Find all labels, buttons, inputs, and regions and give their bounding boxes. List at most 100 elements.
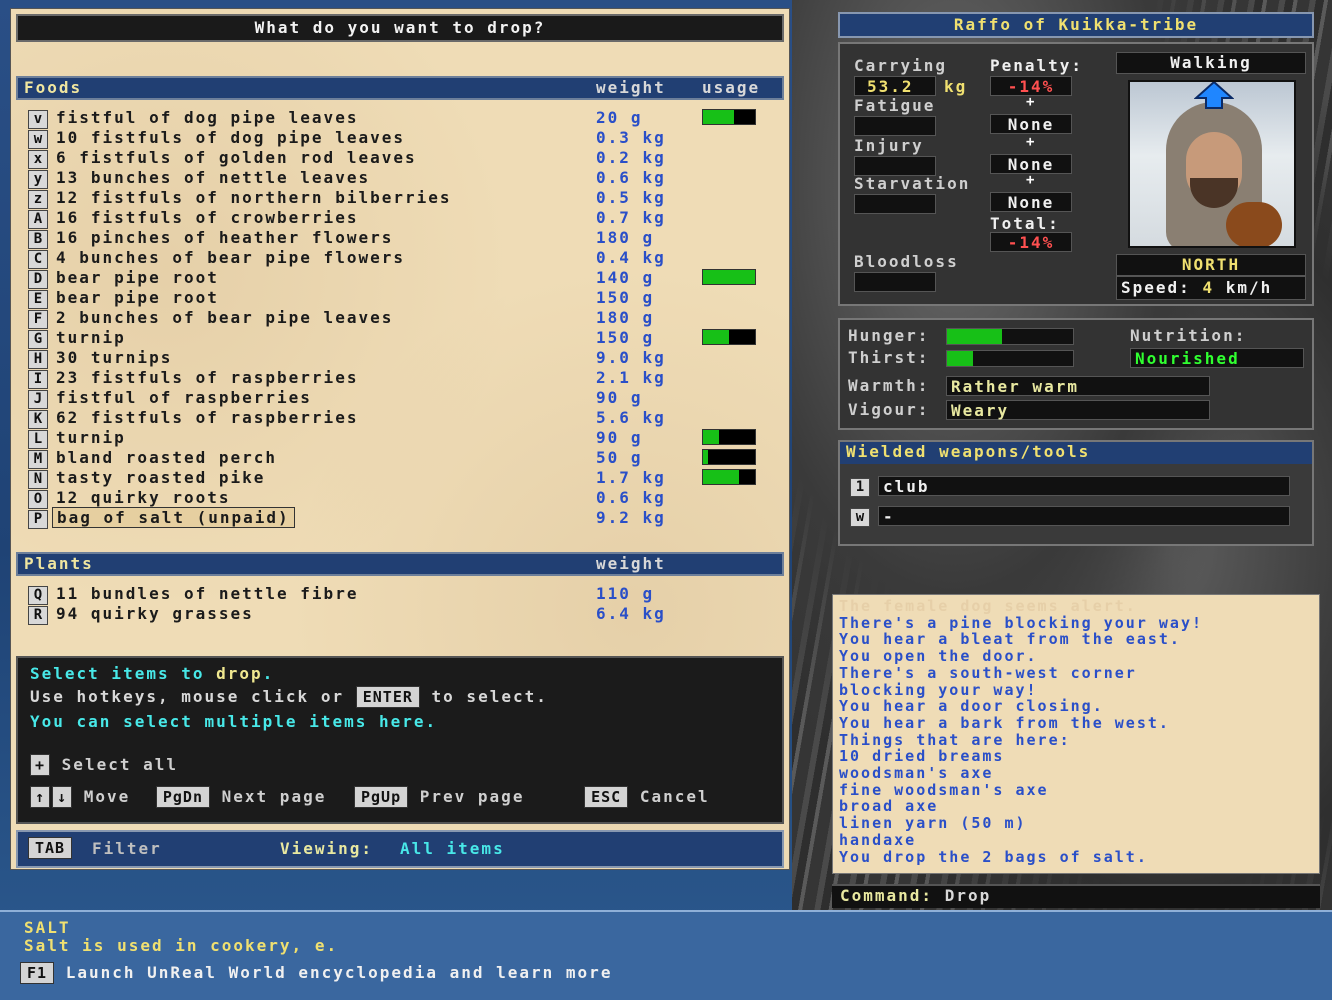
foods-item-row[interactable]: K 62 fistfuls of raspberries [28, 408, 358, 429]
hotkey-K[interactable]: K [28, 410, 48, 429]
encyclopedia-link-row[interactable]: F1 Launch UnReal World encyclopedia and … [20, 962, 612, 984]
hotkey-C[interactable]: C [28, 250, 48, 269]
hotkey-w[interactable]: w [28, 130, 48, 149]
foods-item-row[interactable]: O 12 quirky roots [28, 488, 231, 509]
hotkey-P[interactable]: P [28, 510, 48, 529]
hotkey-v[interactable]: v [28, 110, 48, 129]
item-info-title: SALT [24, 918, 71, 937]
foods-item-row[interactable]: H 30 turnips [28, 348, 172, 369]
plus-sign: + [1026, 134, 1037, 150]
character-portrait [1128, 80, 1296, 248]
weapon-slot-1[interactable]: 1 club [850, 476, 1290, 497]
item-weight: 0.7 kg [596, 208, 666, 227]
foods-item-row[interactable]: B 16 pinches of heather flowers [28, 228, 393, 249]
foods-item-row[interactable]: C 4 bunches of bear pipe flowers [28, 248, 405, 269]
item-name: turnip [56, 428, 126, 447]
foods-item-row[interactable]: Lturnip [28, 428, 126, 449]
select-all-row[interactable]: + Select all [30, 754, 178, 776]
foods-item-row[interactable]: Dbear pipe root [28, 268, 219, 289]
plus-key-button[interactable]: + [30, 754, 51, 776]
item-weight: 1.7 kg [596, 468, 666, 487]
weapon-slot-1-key[interactable]: 1 [850, 478, 870, 497]
filter-label[interactable]: Filter [92, 839, 162, 858]
section-header-plants: Plants weight [16, 552, 784, 576]
hotkey-A[interactable]: A [28, 210, 48, 229]
item-weight: 0.5 kg [596, 188, 666, 207]
foods-item-row[interactable]: z 12 fistfuls of northern bilberries [28, 188, 452, 209]
log-line: You drop the 2 bags of salt. [839, 847, 1148, 866]
vigour-label: Vigour: [848, 400, 930, 419]
hotkey-G[interactable]: G [28, 330, 48, 349]
item-name: tasty roasted pike [56, 468, 266, 487]
hotkey-L[interactable]: L [28, 430, 48, 449]
pgup-key-button[interactable]: PgUp [353, 786, 409, 808]
hotkey-I[interactable]: I [28, 370, 48, 389]
plants-header-label: Plants [24, 554, 94, 573]
foods-item-row[interactable]: Jfistful of raspberries [28, 388, 312, 409]
hotkey-F[interactable]: F [28, 310, 48, 329]
foods-item-row[interactable]: Ntasty roasted pike [28, 468, 266, 489]
fatigue-label: Fatigue [854, 96, 936, 115]
character-name: Raffo of Kuikka-tribe [838, 12, 1314, 38]
weapons-header: Wielded weapons/tools [840, 442, 1312, 464]
item-name: 12 quirky roots [56, 488, 231, 507]
arrow-up-key-button[interactable]: ↑ [30, 786, 51, 808]
hotkey-J[interactable]: J [28, 390, 48, 409]
foods-item-row[interactable]: Mbland roasted perch [28, 448, 278, 469]
hotkey-y[interactable]: y [28, 170, 48, 189]
message-log: The female dog seems alert. There's a pi… [832, 594, 1320, 874]
log-line: fine woodsman's axe [839, 780, 1049, 799]
log-line: You hear a bark from the west. [839, 713, 1170, 732]
hotkey-D[interactable]: D [28, 270, 48, 289]
foods-item-row[interactable]: Ebear pipe root [28, 288, 219, 309]
item-name: bland roasted perch [56, 448, 278, 467]
hotkey-R[interactable]: R [28, 606, 48, 625]
hotkey-z[interactable]: z [28, 190, 48, 209]
hotkey-E[interactable]: E [28, 290, 48, 309]
hotkey-B[interactable]: B [28, 230, 48, 249]
hotkey-M[interactable]: M [28, 450, 48, 469]
weapon-slot-2-key[interactable]: w [850, 508, 870, 527]
item-weight: 90 g [596, 428, 643, 447]
log-line: linen yarn (50 m) [839, 814, 1027, 833]
foods-item-row[interactable]: w 10 fistfuls of dog pipe leaves [28, 128, 405, 149]
encyclopedia-link[interactable]: Launch UnReal World encyclopedia and lea… [66, 963, 613, 982]
usage-bar [702, 109, 756, 125]
foods-item-row[interactable]: Pbag of salt (unpaid) [28, 507, 295, 529]
hotkey-N[interactable]: N [28, 470, 48, 489]
usage-bar-fill [703, 430, 719, 444]
foods-item-row[interactable]: v fistful of dog pipe leaves [28, 108, 358, 129]
nutrition-value: Nourished [1130, 348, 1304, 368]
item-weight: 150 g [596, 288, 655, 307]
usage-bar [702, 429, 756, 445]
plants-item-row[interactable]: Q 11 bundles of nettle fibre [28, 584, 358, 605]
item-name: 12 fistfuls of northern bilberries [56, 188, 452, 207]
pgdn-key-button[interactable]: PgDn [155, 786, 210, 808]
item-name: bear pipe root [56, 288, 219, 307]
foods-item-row[interactable]: F 2 bunches of bear pipe leaves [28, 308, 393, 329]
hotkey-O[interactable]: O [28, 490, 48, 509]
hotkey-H[interactable]: H [28, 350, 48, 369]
item-weight: 140 g [596, 268, 655, 287]
tab-key-button[interactable]: TAB [28, 837, 73, 859]
item-name: 16 fistfuls of crowberries [56, 208, 359, 227]
arrow-down-key-button[interactable]: ↓ [52, 786, 73, 808]
plants-item-row[interactable]: R 94 quirky grasses [28, 604, 254, 625]
enter-key-button[interactable]: ENTER [355, 686, 420, 708]
foods-item-row[interactable]: I 23 fistfuls of raspberries [28, 368, 358, 389]
foods-item-row[interactable]: y 13 bunches of nettle leaves [28, 168, 370, 189]
foods-item-row[interactable]: Gturnip [28, 328, 126, 349]
item-weight: 180 g [596, 308, 655, 327]
foods-item-row[interactable]: A 16 fistfuls of crowberries [28, 208, 359, 229]
hotkey-Q[interactable]: Q [28, 586, 48, 605]
f1-key-button[interactable]: F1 [20, 962, 55, 984]
foods-item-row[interactable]: x 6 fistfuls of golden rod leaves [28, 148, 417, 169]
weapon-slot-2[interactable]: w- [850, 506, 1290, 527]
prev-page-label: Prev page [419, 787, 525, 806]
weapons-panel: Wielded weapons/tools 1 club w- [838, 440, 1314, 546]
hotkey-x[interactable]: x [28, 150, 48, 169]
total-penalty-value: -14% [990, 232, 1072, 252]
carrying-value: 53.2 [854, 76, 936, 96]
esc-key-button[interactable]: ESC [584, 786, 629, 808]
item-weight: 5.6 kg [596, 408, 666, 427]
